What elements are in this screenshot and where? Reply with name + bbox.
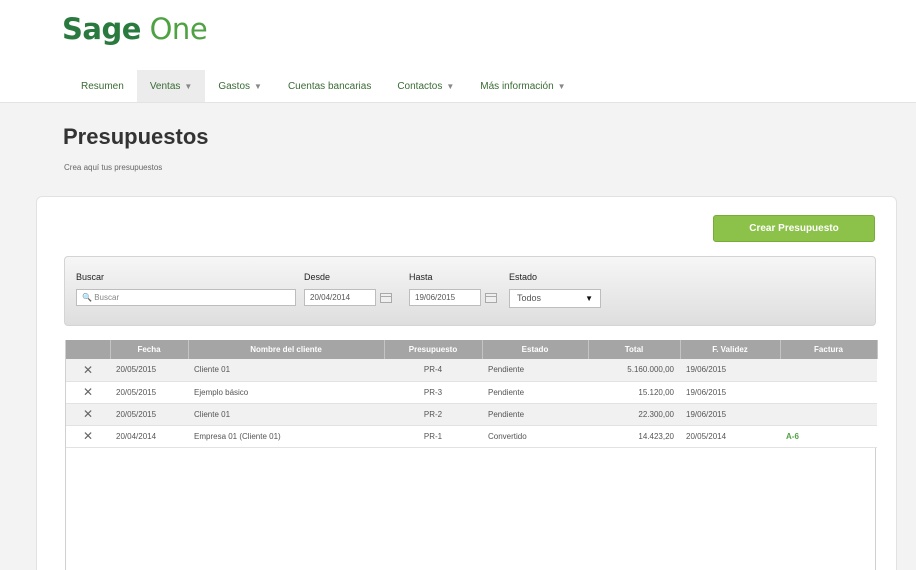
table-row[interactable]: ✕ 20/05/2015 Cliente 01 PR-2 Pendiente 2…	[66, 403, 877, 426]
search-icon: 🔍	[82, 293, 92, 302]
nav-label: Más información	[480, 81, 554, 92]
cell-total: 22.300,00	[588, 403, 680, 426]
cell-estado: Pendiente	[482, 381, 588, 404]
sage-one-logo[interactable]: Sage One	[62, 12, 208, 46]
nav-item-mas-informacion[interactable]: Más información ▼	[467, 70, 578, 103]
quotes-table: Fecha Nombre del cliente Presupuesto Est…	[65, 340, 878, 570]
status-label: Estado	[509, 272, 538, 282]
status-selected-value: Todos	[517, 293, 542, 303]
delete-icon[interactable]: ✕	[66, 403, 110, 426]
column-header-factura[interactable]: Factura	[780, 340, 878, 359]
cell-fecha: 20/05/2015	[110, 359, 188, 382]
search-placeholder: Buscar	[94, 293, 120, 302]
cell-factura	[780, 359, 877, 382]
caret-down-icon: ▼	[585, 294, 593, 303]
chevron-down-icon: ▼	[557, 82, 566, 91]
page-subtitle: Crea aquí tus presupuestos	[64, 163, 163, 172]
column-header-validez[interactable]: F. Validez	[680, 340, 781, 359]
cell-factura	[780, 403, 877, 426]
date-to-label: Hasta	[409, 272, 433, 282]
delete-icon[interactable]: ✕	[66, 381, 110, 404]
nav-item-ventas[interactable]: Ventas ▼	[136, 70, 206, 103]
column-header-cliente[interactable]: Nombre del cliente	[188, 340, 385, 359]
cell-validez: 19/06/2015	[680, 381, 780, 404]
delete-icon[interactable]: ✕	[66, 425, 110, 448]
column-header-total[interactable]: Total	[588, 340, 681, 359]
cell-presupuesto: PR-1	[384, 425, 482, 448]
cell-cliente: Ejemplo básico	[188, 381, 384, 404]
chevron-down-icon: ▼	[184, 82, 193, 91]
cell-validez: 20/05/2014	[680, 425, 780, 448]
cell-cliente: Cliente 01	[188, 359, 384, 382]
status-select[interactable]: Todos ▼	[509, 289, 601, 308]
nav-item-gastos[interactable]: Gastos ▼	[205, 70, 275, 103]
cell-presupuesto: PR-3	[384, 381, 482, 404]
chevron-down-icon: ▼	[446, 82, 455, 91]
cell-validez: 19/06/2015	[680, 403, 780, 426]
date-from-input[interactable]: 20/04/2014	[304, 289, 376, 306]
cell-estado: Pendiente	[482, 403, 588, 426]
cell-presupuesto: PR-2	[384, 403, 482, 426]
nav-label: Resumen	[81, 81, 124, 92]
cell-total: 5.160.000,00	[588, 359, 680, 382]
cell-estado: Convertido	[482, 425, 588, 448]
nav-label: Cuentas bancarias	[287, 81, 372, 92]
main-nav: Resumen Ventas ▼ Gastos ▼ Cuentas bancaria…	[68, 70, 579, 103]
cell-factura	[780, 381, 877, 404]
table-row[interactable]: ✕ 20/05/2015 Cliente 01 PR-4 Pendiente 5…	[66, 359, 877, 382]
cell-total: 14.423,20	[588, 425, 680, 448]
chevron-down-icon: ▼	[254, 82, 262, 91]
column-header-estado[interactable]: Estado	[482, 340, 589, 359]
table-header-row: Fecha Nombre del cliente Presupuesto Est…	[66, 340, 878, 359]
cell-presupuesto: PR-4	[384, 359, 482, 382]
nav-label: Gastos	[218, 81, 251, 92]
column-header-presupuesto[interactable]: Presupuesto	[384, 340, 483, 359]
delete-icon[interactable]: ✕	[66, 359, 110, 382]
column-header-fecha[interactable]: Fecha	[110, 340, 189, 359]
table-row[interactable]: ✕ 20/04/2014 Empresa 01 (Cliente 01) PR-…	[66, 425, 877, 448]
create-quote-button[interactable]: Crear Presupuesto	[713, 215, 875, 242]
date-to-input[interactable]: 19/06/2015	[409, 289, 481, 306]
calendar-icon[interactable]	[485, 293, 497, 303]
nav-item-cuentas-bancarias[interactable]: Cuentas bancarias	[275, 70, 384, 103]
cell-fecha: 20/05/2015	[110, 381, 188, 404]
cell-factura-link[interactable]: A-6	[780, 425, 877, 448]
nav-item-resumen[interactable]: Resumen	[68, 70, 137, 103]
cell-fecha: 20/04/2014	[110, 425, 188, 448]
column-header-select	[66, 340, 111, 359]
cell-cliente: Empresa 01 (Cliente 01)	[188, 425, 384, 448]
logo-part-2: One	[149, 12, 208, 46]
date-from-label: Desde	[304, 272, 331, 282]
cell-fecha: 20/05/2015	[110, 403, 188, 426]
search-input[interactable]: 🔍 Buscar	[76, 289, 296, 306]
nav-label: Ventas	[149, 81, 181, 92]
nav-item-contactos[interactable]: Contactos ▼	[384, 70, 467, 103]
cell-total: 15.120,00	[588, 381, 680, 404]
cell-estado: Pendiente	[482, 359, 588, 382]
search-label: Buscar	[76, 272, 105, 282]
table-row[interactable]: ✕ 20/05/2015 Ejemplo básico PR-3 Pendien…	[66, 381, 877, 404]
calendar-icon[interactable]	[380, 293, 392, 303]
nav-label: Contactos	[397, 81, 443, 92]
logo-part-1: Sage	[62, 12, 141, 46]
cell-cliente: Cliente 01	[188, 403, 384, 426]
cell-validez: 19/06/2015	[680, 359, 780, 382]
page-title: Presupuestos	[63, 124, 209, 149]
